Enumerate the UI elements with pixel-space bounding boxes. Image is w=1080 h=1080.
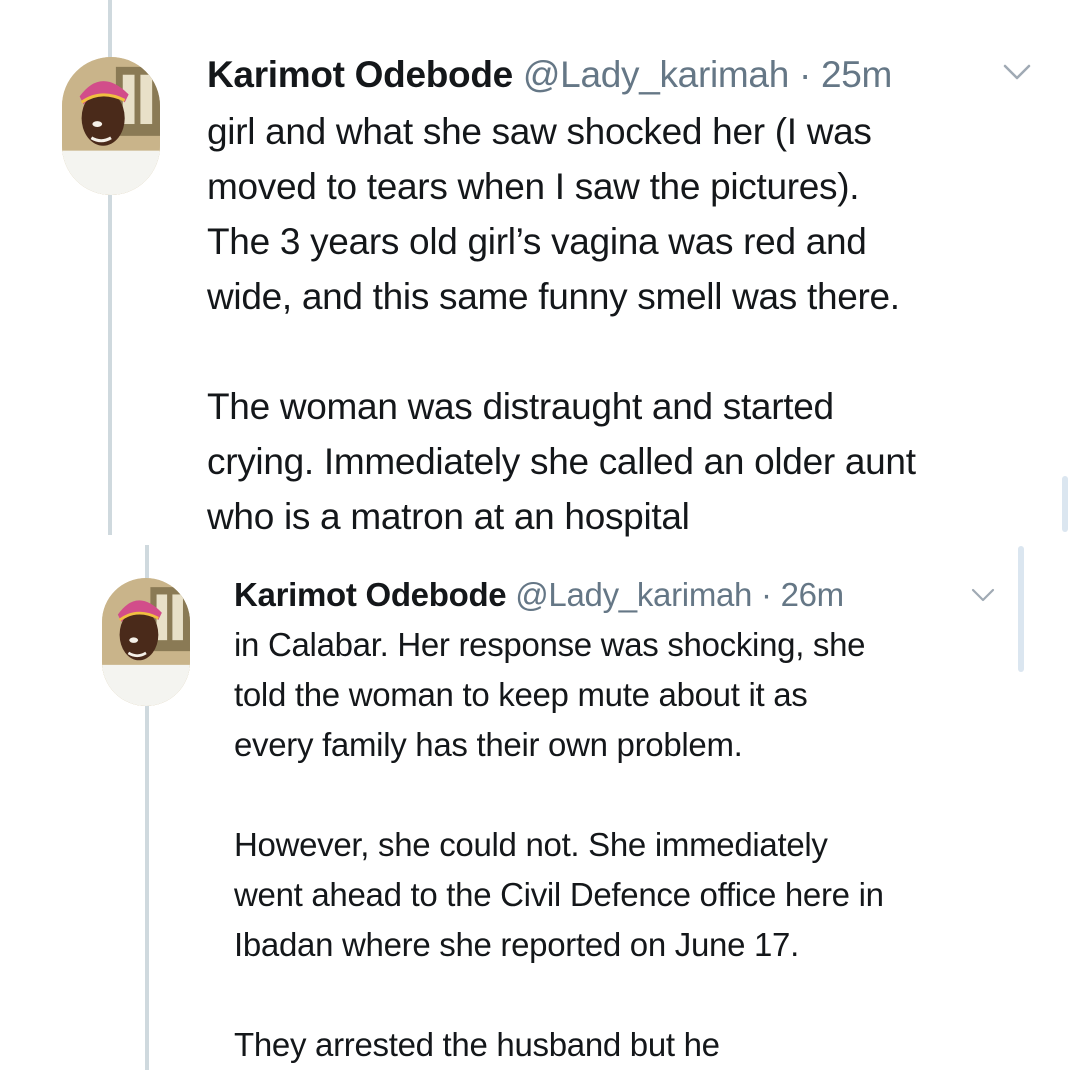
avatar[interactable]: [102, 578, 190, 706]
tweet-line: However, she could not. She immediately: [234, 826, 828, 863]
author-handle[interactable]: @Lady_karimah: [515, 576, 752, 613]
tweet-line: Ibadan where she reported on June 17.: [234, 926, 799, 963]
tweet-line: every family has their own problem.: [234, 726, 743, 763]
tweet-line: who is a matron at an hospital: [207, 496, 690, 537]
tweet-line: girl and what she saw shocked her (I was: [207, 111, 872, 152]
avatar[interactable]: [62, 57, 160, 195]
avatar-image: [62, 57, 160, 195]
author-name[interactable]: Karimot Odebode: [207, 54, 513, 95]
timestamp[interactable]: 25m: [821, 54, 892, 95]
timestamp[interactable]: 26m: [781, 576, 845, 613]
tweet-line: wide, and this same funny smell was ther…: [207, 276, 900, 317]
chevron-down-icon[interactable]: [1002, 62, 1032, 82]
separator: ·: [761, 576, 772, 613]
separator: ·: [798, 54, 811, 95]
tweet-text: girl and what she saw shocked her (I was…: [207, 104, 1057, 544]
avatar-image: [102, 578, 190, 706]
tweet-header: Karimot Odebode @Lady_karimah · 26m: [234, 576, 844, 614]
tweet-line: crying. Immediately she called an older …: [207, 441, 916, 482]
tweet-line: told the woman to keep mute about it as: [234, 676, 808, 713]
tweet-line: The 3 years old girl’s vagina was red an…: [207, 221, 867, 262]
tweet-line: moved to tears when I saw the pictures).: [207, 166, 860, 207]
tweet-text: in Calabar. Her response was shocking, s…: [234, 620, 1034, 1070]
author-name[interactable]: Karimot Odebode: [234, 576, 507, 613]
tweet-line: in Calabar. Her response was shocking, s…: [234, 626, 866, 663]
scroll-indicator-top: [1062, 476, 1068, 532]
tweet-line: went ahead to the Civil Defence office h…: [234, 876, 884, 913]
chevron-down-icon[interactable]: [970, 586, 996, 604]
author-handle[interactable]: @Lady_karimah: [523, 54, 789, 95]
tweet-line: The woman was distraught and started: [207, 386, 834, 427]
tweet-header: Karimot Odebode @Lady_karimah · 25m: [207, 54, 892, 96]
tweet-line: They arrested the husband but he: [234, 1026, 720, 1063]
